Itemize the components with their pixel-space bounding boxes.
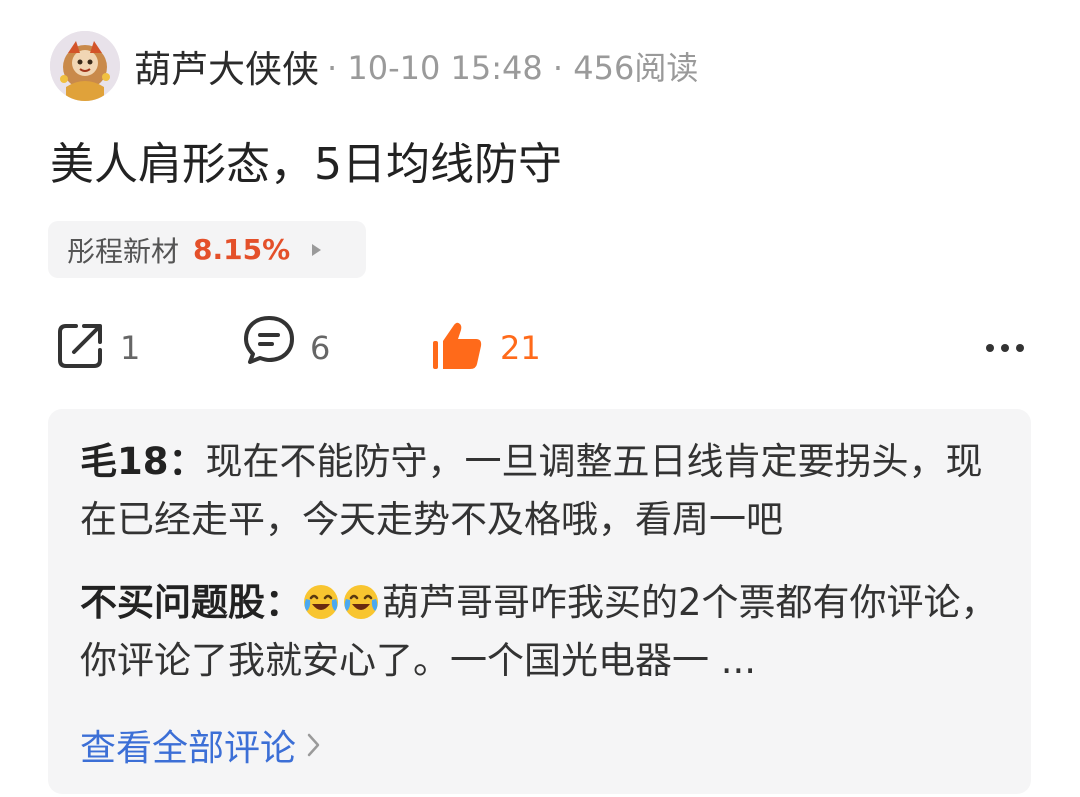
comment-item[interactable]: 毛18：现在不能防守，一旦调整五日线肯定要拐头，现在已经走平，今天走势不及格哦，… bbox=[80, 433, 1010, 549]
laughing-crying-emoji-icon bbox=[342, 580, 380, 619]
avatar[interactable] bbox=[50, 31, 120, 101]
chevron-right-icon bbox=[312, 243, 322, 256]
thumbs-up-icon bbox=[430, 319, 486, 377]
laughing-crying-emoji-icon bbox=[302, 580, 340, 619]
stock-change: 8.15% bbox=[193, 233, 291, 266]
comment-author[interactable]: 不买问题股： bbox=[80, 581, 302, 624]
share-button[interactable]: 1 bbox=[54, 318, 140, 378]
share-icon bbox=[54, 320, 106, 376]
view-all-comments-link[interactable]: 查看全部评论 bbox=[80, 719, 322, 771]
comment-text: 现在不能防守，一旦调整五日线肯定要拐头，现在已经走平，今天走势不及格哦，看周一吧 bbox=[80, 440, 983, 541]
comments-preview: 毛18：现在不能防守，一旦调整五日线肯定要拐头，现在已经走平，今天走势不及格哦，… bbox=[48, 409, 1031, 794]
stock-chip[interactable]: 彤程新材 8.15% bbox=[48, 221, 366, 278]
comment-button[interactable]: 6 bbox=[242, 315, 1080, 378]
view-all-label: 查看全部评论 bbox=[80, 728, 297, 769]
chevron-right-icon bbox=[307, 733, 320, 757]
comment-count: 6 bbox=[310, 329, 331, 367]
comment-author[interactable]: 毛18： bbox=[80, 440, 206, 483]
more-button[interactable] bbox=[986, 318, 1024, 378]
like-count: 21 bbox=[500, 329, 541, 367]
action-bar: 1 6 21 bbox=[0, 315, 1080, 378]
post-header: 葫芦大侠侠 · 10-10 15:48 · 456阅读 bbox=[50, 30, 698, 102]
like-button[interactable]: 21 bbox=[430, 318, 541, 378]
comment-icon bbox=[242, 314, 296, 383]
more-icon-dot bbox=[1001, 344, 1009, 352]
post-title: 美人肩形态，5日均线防守 bbox=[50, 139, 562, 190]
post-meta: · 10-10 15:48 · 456阅读 bbox=[327, 49, 699, 87]
more-icon-dot bbox=[1016, 344, 1024, 352]
stock-name: 彤程新材 bbox=[67, 234, 180, 268]
author-name[interactable]: 葫芦大侠侠 bbox=[134, 39, 319, 93]
more-icon bbox=[986, 344, 994, 352]
comment-item[interactable]: 不买问题股： 葫芦哥哥咋我买的2个票都有你评论，你评论了我就安心了。一个国光电器… bbox=[80, 574, 1010, 690]
share-count: 1 bbox=[120, 329, 141, 367]
